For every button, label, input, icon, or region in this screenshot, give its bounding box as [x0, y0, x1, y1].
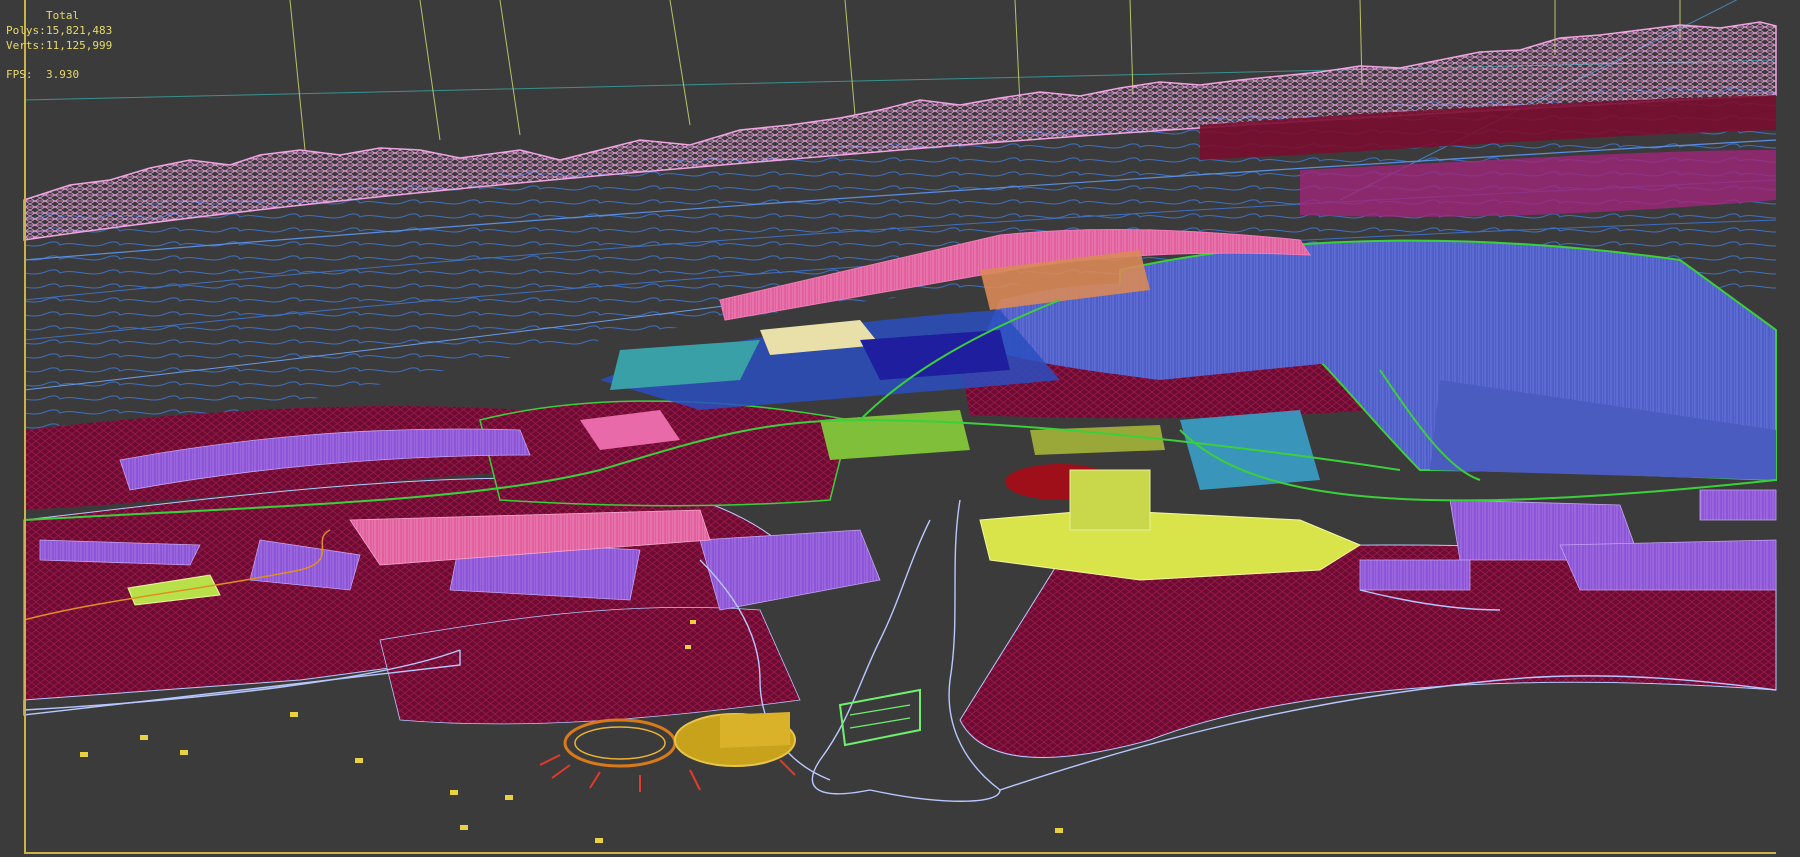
verts-value: 11,125,999: [46, 39, 113, 52]
stats-total-label: Total: [46, 9, 80, 22]
fps-value: 3.930: [46, 68, 80, 81]
fps-label: FPS:: [6, 68, 33, 81]
stats-polys-row: Polys: 15,821,483: [6, 23, 112, 38]
statistics-overlay: Total Polys: 15,821,483 Verts: 11,125,99…: [6, 8, 112, 82]
scene-render[interactable]: [0, 0, 1800, 857]
polys-value: 15,821,483: [46, 24, 113, 37]
stadium: [539, 712, 796, 792]
stats-verts-row: Verts: 11,125,999: [6, 38, 112, 53]
polys-label: Polys:: [6, 24, 46, 37]
3d-viewport[interactable]: Total Polys: 15,821,483 Verts: 11,125,99…: [0, 0, 1800, 857]
green-structure: [838, 688, 921, 747]
verts-label: Verts:: [6, 39, 46, 52]
stats-fps-row: FPS: 3.930: [6, 67, 112, 82]
buildings-yellow-complex: [979, 509, 1362, 581]
